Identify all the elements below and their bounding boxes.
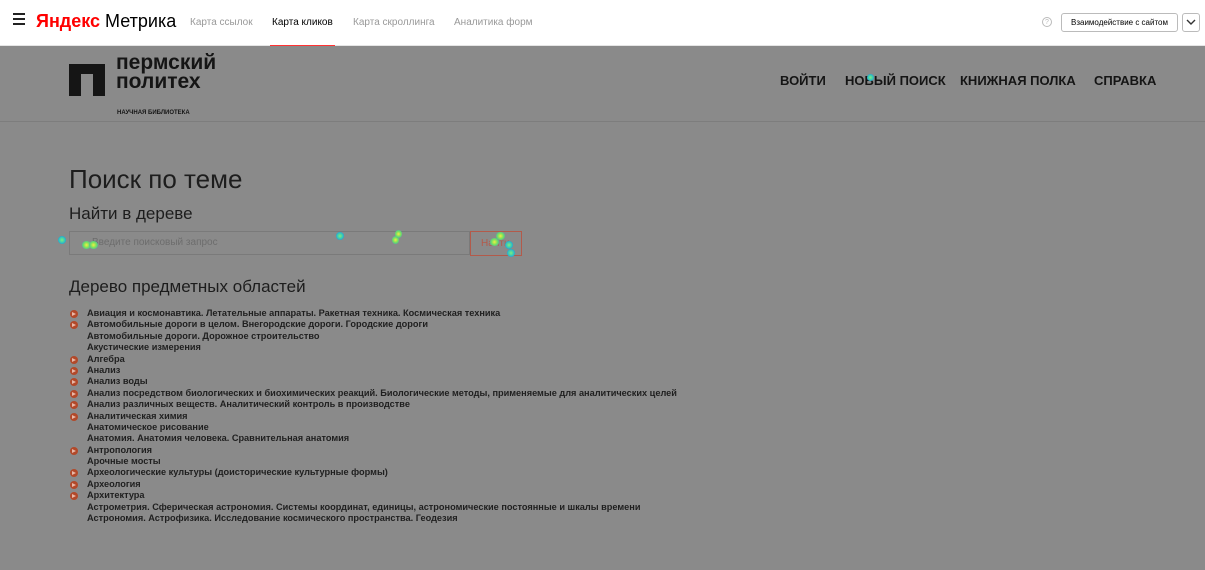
- tree-item-label: Акустические измерения: [87, 342, 201, 353]
- expand-icon[interactable]: [70, 401, 78, 410]
- tree-item[interactable]: Археология: [69, 479, 677, 490]
- yandex-brand: Яндекс: [36, 11, 101, 31]
- nav-login[interactable]: ВОЙТИ: [780, 73, 826, 88]
- expand-icon[interactable]: [70, 446, 78, 455]
- tree-item[interactable]: Автомобильные дороги. Дорожное строитель…: [69, 331, 677, 342]
- tree-item[interactable]: Анализ посредством биологических и биохи…: [69, 388, 677, 399]
- tab-form-analytics[interactable]: Аналитика форм: [454, 0, 533, 45]
- site-header: пермский политех НАУЧНАЯ БИБЛИОТЕКА ВОЙТ…: [0, 46, 1205, 122]
- subject-tree: Авиация и космонавтика. Летательные аппа…: [69, 308, 677, 524]
- nav-bookshelf[interactable]: КНИЖНАЯ ПОЛКА: [960, 73, 1076, 88]
- tree-item[interactable]: Археологические культуры (доисторические…: [69, 467, 677, 478]
- tree-item[interactable]: Анализ: [69, 365, 677, 376]
- library-logo-icon[interactable]: [69, 62, 105, 96]
- expand-icon[interactable]: [70, 378, 78, 387]
- expand-icon[interactable]: [70, 321, 78, 330]
- tree-item-label: Археологические культуры (доисторические…: [87, 467, 388, 478]
- tree-item[interactable]: Аналитическая химия: [69, 411, 677, 422]
- expand-icon[interactable]: [70, 492, 78, 501]
- metrika-logo[interactable]: Яндекс Метрика: [36, 9, 176, 33]
- expand-icon[interactable]: [70, 389, 78, 398]
- tree-item[interactable]: Акустические измерения: [69, 342, 677, 353]
- tree-item-label: Анализ посредством биологических и биохи…: [87, 387, 677, 398]
- tree-item[interactable]: Антропология: [69, 445, 677, 456]
- metrika-product: Метрика: [105, 11, 177, 31]
- tree-item[interactable]: Автомобильные дороги в целом. Внегородск…: [69, 319, 677, 330]
- site-frame: пермский политех НАУЧНАЯ БИБЛИОТЕКА ВОЙТ…: [0, 46, 1205, 570]
- click-marker: [507, 249, 515, 257]
- tree-item-label: Антропология: [87, 444, 153, 455]
- expand-icon[interactable]: [70, 412, 78, 421]
- tree-item-label: Авиация и космонавтика. Летательные аппа…: [87, 308, 501, 318]
- menu-icon[interactable]: [13, 13, 25, 25]
- nav-new-search[interactable]: НОВЫЙ ПОИСК: [845, 73, 946, 88]
- tab-link-map[interactable]: Карта ссылок: [190, 0, 253, 45]
- tab-click-map[interactable]: Карта кликов: [270, 0, 335, 47]
- page-title: Поиск по теме: [69, 164, 243, 194]
- tree-item[interactable]: Арочные мосты: [69, 456, 677, 467]
- tree-item[interactable]: Астрометрия. Сферическая астрономия. Сис…: [69, 502, 677, 513]
- chevron-down-icon[interactable]: [1182, 13, 1200, 32]
- click-marker: [505, 241, 513, 249]
- search-heading: Найти в дереве: [69, 204, 193, 223]
- tree-item[interactable]: Анализ различных веществ. Аналитический …: [69, 399, 677, 410]
- click-marker: [395, 230, 402, 238]
- nav-help[interactable]: СПРАВКА: [1094, 73, 1156, 88]
- help-icon[interactable]: ?: [1042, 17, 1052, 27]
- click-marker: [867, 74, 874, 81]
- tree-heading: Дерево предметных областей: [69, 277, 306, 296]
- tree-item[interactable]: Авиация и космонавтика. Летательные аппа…: [69, 308, 677, 319]
- expand-icon[interactable]: [70, 310, 78, 318]
- tree-item-label: Арочные мосты: [87, 456, 161, 467]
- tree-item-label: Автомобильные дороги в целом. Внегородск…: [87, 319, 428, 330]
- tree-item-label: Анатомия. Анатомия человека. Сравнительн…: [87, 433, 350, 444]
- metrika-toolbar: Яндекс Метрика Карта ссылок Карта кликов…: [0, 0, 1205, 47]
- tree-item[interactable]: Анатомия. Анатомия человека. Сравнительн…: [69, 433, 677, 444]
- logo-subtitle: НАУЧНАЯ БИБЛИОТЕКА: [117, 110, 190, 116]
- tree-item[interactable]: Анатомическое рисование: [69, 422, 677, 433]
- tree-item[interactable]: Алгебра: [69, 354, 677, 365]
- expand-icon[interactable]: [70, 469, 78, 478]
- expand-icon[interactable]: [70, 355, 78, 364]
- site-logo-text[interactable]: пермский политех: [116, 52, 216, 93]
- tree-item-label: Автомобильные дороги. Дорожное строитель…: [87, 330, 320, 341]
- tree-item-label: Анализ: [87, 364, 121, 375]
- tree-item-label: Астрометрия. Сферическая астрономия. Сис…: [87, 501, 641, 512]
- tab-scroll-map[interactable]: Карта скроллинга: [353, 0, 435, 45]
- tree-item-label: Аналитическая химия: [87, 410, 188, 421]
- click-marker: [496, 232, 505, 240]
- tree-item-label: Алгебра: [87, 353, 125, 364]
- click-marker: [336, 232, 344, 240]
- tree-item-label: Анализ воды: [87, 376, 148, 387]
- tree-item-label: Архитектура: [87, 490, 145, 501]
- tree-item[interactable]: Анализ воды: [69, 376, 677, 387]
- tree-item-label: Анализ различных веществ. Аналитический …: [87, 399, 410, 410]
- click-marker: [58, 236, 66, 244]
- search-input[interactable]: Введите поисковый запрос: [69, 231, 470, 255]
- click-marker: [89, 241, 98, 249]
- tree-item[interactable]: Архитектура: [69, 490, 677, 501]
- expand-icon[interactable]: [70, 480, 78, 489]
- expand-icon[interactable]: [70, 366, 78, 375]
- logo-line-2: политех: [116, 70, 201, 93]
- tree-item-label: Анатомическое рисование: [87, 421, 209, 432]
- tree-item[interactable]: Астрономия. Астрофизика. Исследование ко…: [69, 513, 677, 524]
- mode-select[interactable]: Взаимодействие с сайтом: [1061, 13, 1178, 32]
- tree-item-label: Астрономия. Астрофизика. Исследование ко…: [87, 513, 458, 524]
- tree-item-label: Археология: [87, 478, 141, 489]
